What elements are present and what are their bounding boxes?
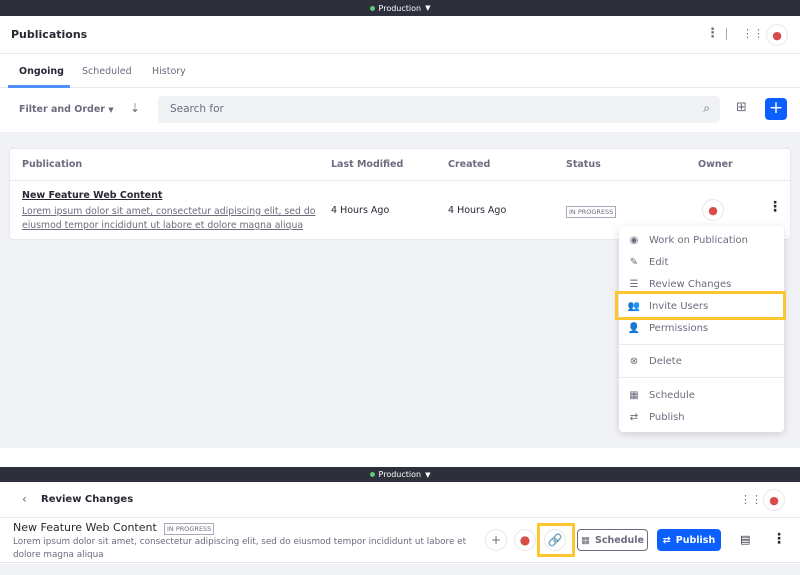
status-dot-icon <box>369 472 375 477</box>
schedule-label: Schedule <box>595 534 644 546</box>
calendar-icon: ▦ <box>581 534 591 546</box>
tab-ongoing[interactable]: Ongoing <box>19 66 64 77</box>
publication-title: New Feature Web Content <box>13 521 157 534</box>
col-owner: Owner <box>698 159 733 170</box>
sort-icon[interactable]: ⇣ <box>130 101 140 115</box>
menu-label: Edit <box>649 256 669 268</box>
search-input[interactable]: Search for ⌕ <box>158 96 720 123</box>
comments-icon[interactable]: ▤ <box>740 533 750 546</box>
highlight-invite-users <box>615 291 786 320</box>
caret-down-icon: ▼ <box>425 4 431 12</box>
environment-bar-2[interactable]: Production ▼ <box>0 467 800 482</box>
tab-history[interactable]: History <box>152 66 186 77</box>
filter-order-dropdown[interactable]: Filter and Order ▼ <box>19 104 114 115</box>
menu-divider <box>619 377 784 378</box>
menu-label: Delete <box>649 355 682 367</box>
col-status: Status <box>566 159 601 170</box>
menu-item-edit[interactable]: ✎ Edit <box>619 251 784 273</box>
row-actions-kebab-icon[interactable]: ⋮ <box>768 199 782 215</box>
user-avatar[interactable]: ● <box>766 24 788 46</box>
calendar-icon: ▦ <box>629 389 639 401</box>
status-badge: IN PROGRESS <box>566 206 617 218</box>
add-button[interactable]: + <box>765 98 787 120</box>
status-badge: IN PROGRESS <box>164 523 215 535</box>
actions-dropdown-menu: ◉ Work on Publication ✎ Edit ☰ Review Chang… <box>619 226 784 432</box>
col-last-modified: Last Modified <box>331 159 404 170</box>
management-toolbar: Filter and Order ▼ ⇣ Search for ⌕ ⊞ + <box>0 88 800 132</box>
menu-item-permissions[interactable]: 👤 Permissions <box>619 317 784 339</box>
status-dot-icon <box>369 5 375 11</box>
schedule-button[interactable]: ▦ Schedule <box>577 529 648 551</box>
menu-item-delete[interactable]: ⊗ Delete <box>619 350 784 372</box>
display-style-icon[interactable]: ⊞ <box>736 100 747 115</box>
sync-icon: ⇄ <box>662 534 671 546</box>
tabs: Ongoing Scheduled History <box>0 54 800 88</box>
user-avatar[interactable]: ● <box>763 489 785 511</box>
environment-label: Production <box>378 3 422 13</box>
radio-icon: ◉ <box>629 234 639 246</box>
search-icon[interactable]: ⌕ <box>703 101 710 116</box>
times-circle-icon: ⊗ <box>629 355 639 367</box>
tab-scheduled[interactable]: Scheduled <box>82 66 132 77</box>
publication-title-link[interactable]: New Feature Web Content <box>22 190 162 201</box>
publication-description: Lorem ipsum dolor sit amet, consectetur … <box>22 206 316 231</box>
last-modified: 4 Hours Ago <box>331 205 390 216</box>
menu-item-schedule[interactable]: ▦ Schedule <box>619 384 784 406</box>
back-chevron-icon[interactable]: ‹ <box>22 492 27 506</box>
menu-label: Schedule <box>649 389 695 401</box>
environment-label: Production <box>378 470 422 479</box>
col-created: Created <box>448 159 491 170</box>
add-icon[interactable]: + <box>485 529 507 551</box>
owner-avatar[interactable]: ● <box>514 529 536 551</box>
publish-button[interactable]: ⇄ Publish <box>657 529 721 551</box>
publish-label: Publish <box>675 534 716 546</box>
pencil-icon: ✎ <box>629 256 639 268</box>
list-icon: ☰ <box>629 278 639 290</box>
kebab-icon[interactable]: ⋮ <box>772 531 786 547</box>
publication-description: Lorem ipsum dolor sit amet, consectetur … <box>13 537 467 560</box>
review-title: Review Changes <box>41 494 134 505</box>
sync-icon: ⇄ <box>629 411 639 423</box>
filter-label: Filter and Order <box>19 104 105 115</box>
divider <box>726 28 727 40</box>
menu-label: Work on Publication <box>649 234 749 246</box>
menu-label: Permissions <box>649 322 709 334</box>
caret-down-icon: ▼ <box>425 470 431 479</box>
content-area-2 <box>0 564 800 575</box>
page-title: Publications <box>11 28 88 41</box>
publication-bar: New Feature Web Content IN PROGRESS Lore… <box>0 518 800 563</box>
review-header: ‹ Review Changes ⋮⋮⋮ ● <box>0 482 800 518</box>
search-placeholder: Search for <box>170 103 224 115</box>
highlight-link-button <box>537 523 575 557</box>
user-lock-icon: 👤 <box>627 322 641 334</box>
menu-label: Publish <box>649 411 685 423</box>
table-header: Publication Last Modified Created Status… <box>10 149 790 181</box>
kebab-icon[interactable]: ⋮ <box>706 26 719 41</box>
environment-bar[interactable]: Production ▼ <box>0 0 800 16</box>
menu-item-publish[interactable]: ⇄ Publish <box>619 406 784 428</box>
app-header: Publications ⋮ ⋮⋮⋮ ● <box>0 16 800 54</box>
menu-item-work-on-publication[interactable]: ◉ Work on Publication <box>619 229 784 251</box>
menu-label: Review Changes <box>649 278 732 290</box>
caret-down-icon: ▼ <box>108 106 114 114</box>
created: 4 Hours Ago <box>448 205 507 216</box>
owner-avatar[interactable]: ● <box>702 199 724 221</box>
menu-divider <box>619 344 784 345</box>
col-publication: Publication <box>22 159 83 170</box>
